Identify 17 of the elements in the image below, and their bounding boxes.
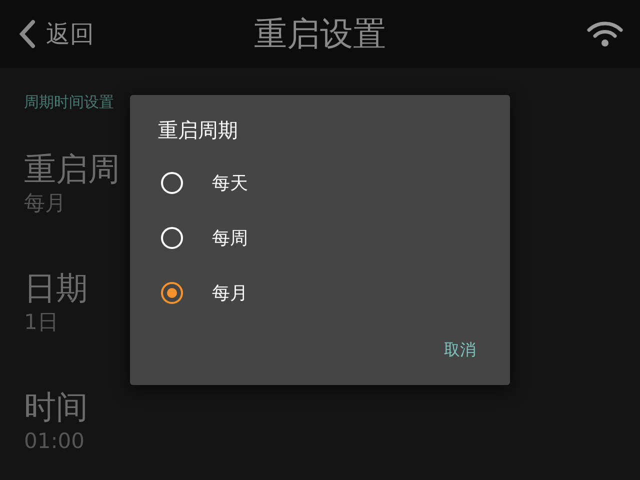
setting-value: 1日 — [24, 309, 58, 336]
back-button[interactable]: 返回 — [0, 18, 94, 50]
setting-name[interactable]: 重启周 — [24, 149, 120, 189]
option-label[interactable]: 每周 — [212, 226, 248, 250]
option-label[interactable]: 每天 — [212, 170, 248, 194]
setting-value: 01:00 — [24, 428, 85, 455]
cancel-button[interactable]: 取消 — [444, 340, 476, 361]
wifi-icon — [587, 20, 623, 48]
setting-value: 每月 — [24, 190, 66, 217]
radio-button[interactable] — [161, 282, 183, 304]
setting-name[interactable]: 日期 — [24, 268, 88, 308]
page-title: 重启设置 — [254, 12, 386, 54]
option-label[interactable]: 每月 — [212, 280, 248, 304]
setting-name[interactable]: 时间 — [24, 387, 88, 427]
section-label: 周期时间设置 — [24, 93, 114, 113]
dialog-title: 重启周期 — [158, 117, 239, 143]
chevron-left-icon — [18, 19, 36, 49]
